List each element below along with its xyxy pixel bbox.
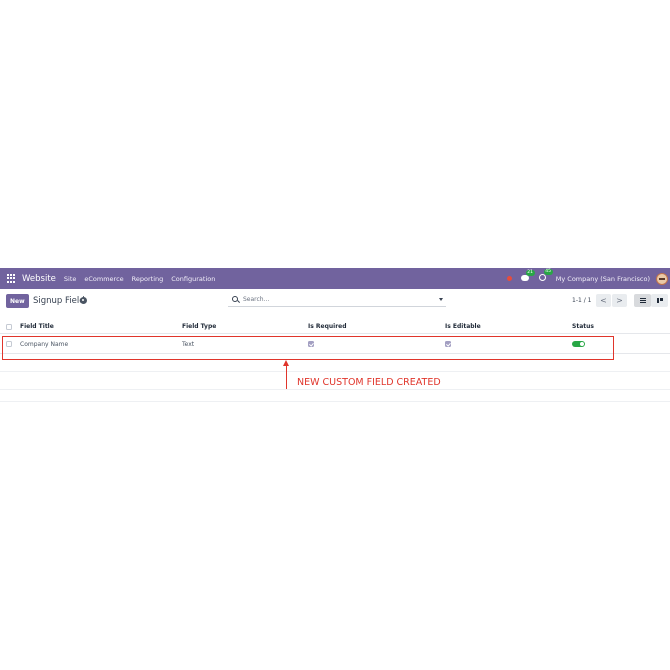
annotation-highlight-box — [2, 336, 614, 360]
top-navbar: Website Site eCommerce Reporting Configu… — [0, 268, 670, 289]
app-brand[interactable]: Website — [22, 274, 56, 284]
menu-site[interactable]: Site — [64, 275, 76, 283]
chat-counter-badge: 21 — [525, 269, 535, 276]
page-title: Signup Field — [33, 296, 85, 306]
search-icon — [232, 296, 238, 302]
activity-counter-badge: 45 — [543, 269, 553, 275]
list-header: Field Title Field Type Is Required Is Ed… — [0, 320, 670, 334]
activity-menu[interactable]: 45 — [538, 269, 553, 283]
annotation-label: NEW CUSTOM FIELD CREATED — [297, 377, 441, 388]
kanban-view-button[interactable] — [651, 294, 668, 307]
user-avatar[interactable] — [656, 272, 668, 285]
menu-ecommerce[interactable]: eCommerce — [84, 275, 123, 283]
empty-row — [0, 390, 670, 402]
select-all-cell — [6, 320, 12, 333]
messaging-menu[interactable]: 21 — [520, 269, 535, 283]
menu-reporting[interactable]: Reporting — [132, 275, 164, 283]
new-button[interactable]: New — [6, 294, 29, 308]
column-is-required[interactable]: Is Required — [308, 320, 347, 333]
gear-icon[interactable] — [80, 297, 87, 304]
debug-bug-icon[interactable] — [506, 276, 512, 281]
list-view-icon — [639, 298, 646, 303]
search-bar — [228, 292, 446, 307]
search-options-toggle-icon[interactable] — [439, 297, 443, 301]
company-switcher[interactable]: My Company (San Francisco) — [556, 275, 650, 283]
list-view-button[interactable] — [634, 294, 651, 307]
pager-next-button[interactable]: > — [612, 294, 627, 307]
pager-previous-button[interactable]: < — [596, 294, 611, 307]
search-input[interactable] — [243, 295, 423, 303]
apps-menu-icon[interactable] — [7, 274, 16, 283]
column-status[interactable]: Status — [572, 320, 594, 333]
column-is-editable[interactable]: Is Editable — [445, 320, 481, 333]
clock-icon — [538, 274, 546, 281]
select-all-checkbox[interactable] — [6, 323, 12, 330]
kanban-view-icon — [656, 298, 663, 303]
annotation-arrow-shaft — [286, 364, 288, 389]
column-field-title[interactable]: Field Title — [20, 320, 54, 333]
column-field-type[interactable]: Field Type — [182, 320, 216, 333]
pager-value[interactable]: 1-1 / 1 — [572, 297, 591, 304]
menu-configuration[interactable]: Configuration — [171, 275, 215, 283]
navbar-systray: 21 45 My Company (San Francisco) — [506, 268, 670, 289]
